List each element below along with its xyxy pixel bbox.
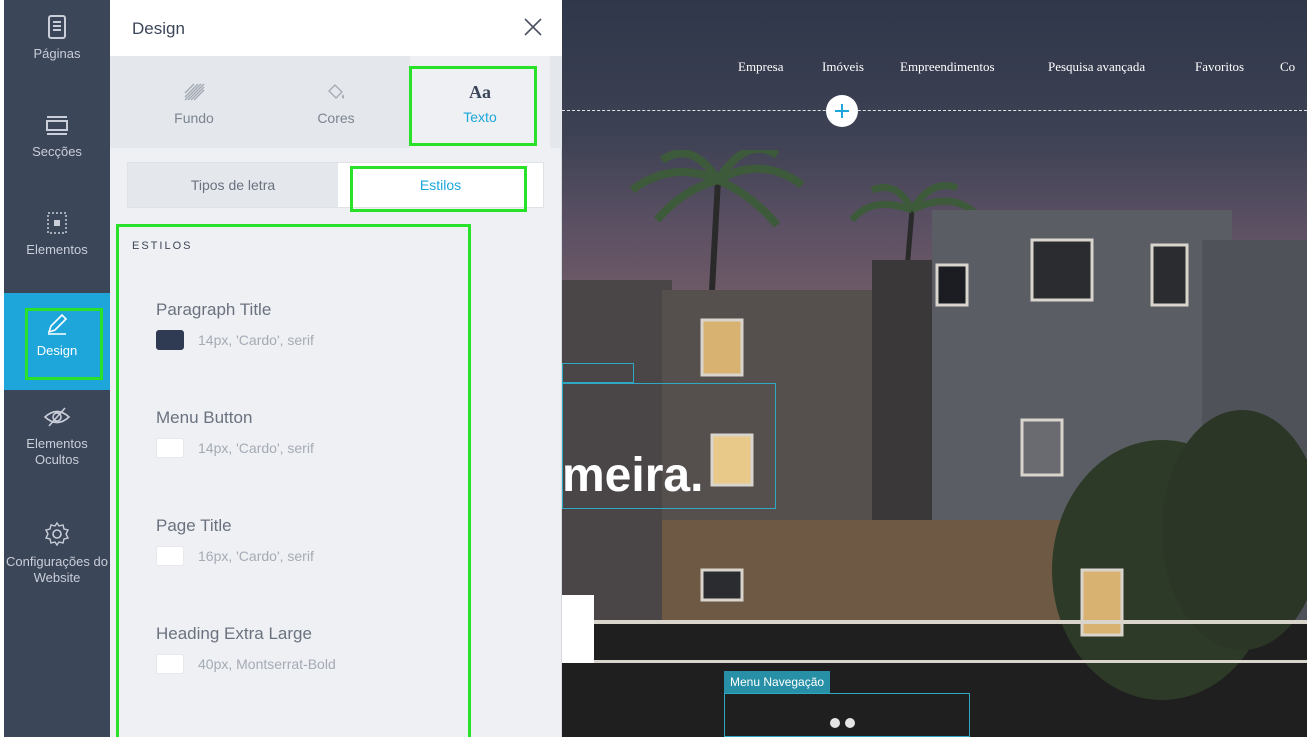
style-item-menu-button[interactable]: Menu Button 14px, 'Cardo', serif (156, 408, 516, 478)
tab-fundo[interactable]: Fundo (120, 56, 268, 148)
sections-icon (46, 116, 68, 135)
panel-title: Design (132, 19, 185, 38)
section-label: ESTILOS (132, 240, 193, 252)
paint-bucket-icon (328, 84, 344, 99)
slider-dot[interactable] (830, 718, 840, 728)
background-pattern-icon (184, 83, 205, 101)
style-desc: 14px, 'Cardo', serif (198, 440, 314, 456)
text-aa-icon: Aa (469, 82, 491, 102)
design-tabs: Fundo Cores Aa Texto (110, 56, 562, 148)
color-swatch (156, 438, 184, 458)
slider-dots (830, 715, 860, 733)
elements-icon (47, 212, 67, 234)
sidebar-item-label: Elementos Ocultos (26, 436, 88, 467)
subtab-tipos-de-letra[interactable]: Tipos de letra (128, 163, 338, 207)
tab-cores[interactable]: Cores (262, 56, 410, 148)
style-name: Paragraph Title (156, 300, 272, 319)
style-desc: 14px, 'Cardo', serif (198, 332, 314, 348)
close-icon[interactable] (522, 16, 544, 38)
style-item-heading-extra-large[interactable]: Heading Extra Large 40px, Montserrat-Bol… (156, 624, 516, 694)
style-item-page-title[interactable]: Page Title 16px, 'Cardo', serif (156, 516, 516, 586)
hero-heading[interactable]: meira. (562, 448, 703, 503)
menu-navigation-label: Menu Navegação (724, 671, 831, 693)
style-name: Heading Extra Large (156, 624, 312, 643)
site-navigation: Empresa Imóveis Empreendimentos Pesquisa… (562, 0, 1307, 110)
section-divider (562, 110, 1307, 111)
plus-icon (835, 104, 849, 118)
tab-label: Fundo (174, 110, 214, 126)
slider-dot[interactable] (845, 718, 855, 728)
sidebar-item-label: Elementos (26, 242, 88, 257)
panel-header: Design (110, 0, 562, 56)
style-desc: 40px, Montserrat-Bold (198, 656, 336, 672)
style-item-paragraph-title[interactable]: Paragraph Title 14px, 'Cardo', serif (156, 300, 516, 370)
style-name: Page Title (156, 516, 232, 535)
nav-link-empresa[interactable]: Empresa (738, 59, 783, 75)
styles-list: ESTILOS Paragraph Title 14px, 'Cardo', s… (110, 224, 562, 737)
hidden-eye-icon (43, 407, 71, 427)
tab-label: Cores (317, 110, 355, 126)
sidebar-item-hidden-elements[interactable]: Elementos Ocultos (4, 404, 110, 500)
style-desc: 16px, 'Cardo', serif (198, 548, 314, 564)
sidebar-item-label: Secções (32, 144, 82, 159)
tab-texto[interactable]: Aa Texto (410, 56, 550, 148)
subtab-estilos[interactable]: Estilos (338, 163, 543, 207)
pencil-icon (47, 313, 68, 335)
nav-link-favoritos[interactable]: Favoritos (1195, 59, 1244, 75)
sidebar-item-label: Páginas (33, 46, 81, 61)
nav-link-contactos[interactable]: Co (1280, 59, 1295, 75)
left-sidebar: Páginas Secções Elementos Design Element… (4, 0, 110, 737)
nav-link-empreendimentos[interactable]: Empreendimentos (900, 59, 995, 75)
sidebar-item-sections[interactable]: Secções (4, 112, 110, 192)
add-section-button[interactable] (826, 95, 858, 127)
selection-frame (562, 363, 634, 383)
sidebar-item-label: Configurações do Website (6, 554, 108, 585)
gear-icon (44, 521, 70, 547)
color-swatch (156, 654, 184, 674)
pages-icon (48, 15, 66, 39)
nav-link-imoveis[interactable]: Imóveis (822, 59, 864, 75)
website-preview: Empresa Imóveis Empreendimentos Pesquisa… (562, 0, 1307, 737)
sidebar-item-pages[interactable]: Páginas (4, 14, 110, 94)
nav-link-pesquisa-avancada[interactable]: Pesquisa avançada (1048, 59, 1145, 75)
sidebar-item-website-settings[interactable]: Configurações do Website (4, 520, 110, 616)
hero-button[interactable] (562, 595, 594, 663)
text-subtabs: Tipos de letra Estilos (127, 162, 544, 208)
tab-label: Texto (463, 109, 497, 125)
design-panel: Design Fundo Cores Aa Texto Tipos de let… (110, 0, 562, 737)
sidebar-item-label: Design (36, 343, 78, 358)
style-name: Menu Button (156, 408, 253, 427)
sidebar-item-design[interactable]: Design (4, 293, 110, 390)
color-swatch (156, 330, 184, 350)
sidebar-item-elements[interactable]: Elementos (4, 210, 110, 290)
color-swatch (156, 546, 184, 566)
